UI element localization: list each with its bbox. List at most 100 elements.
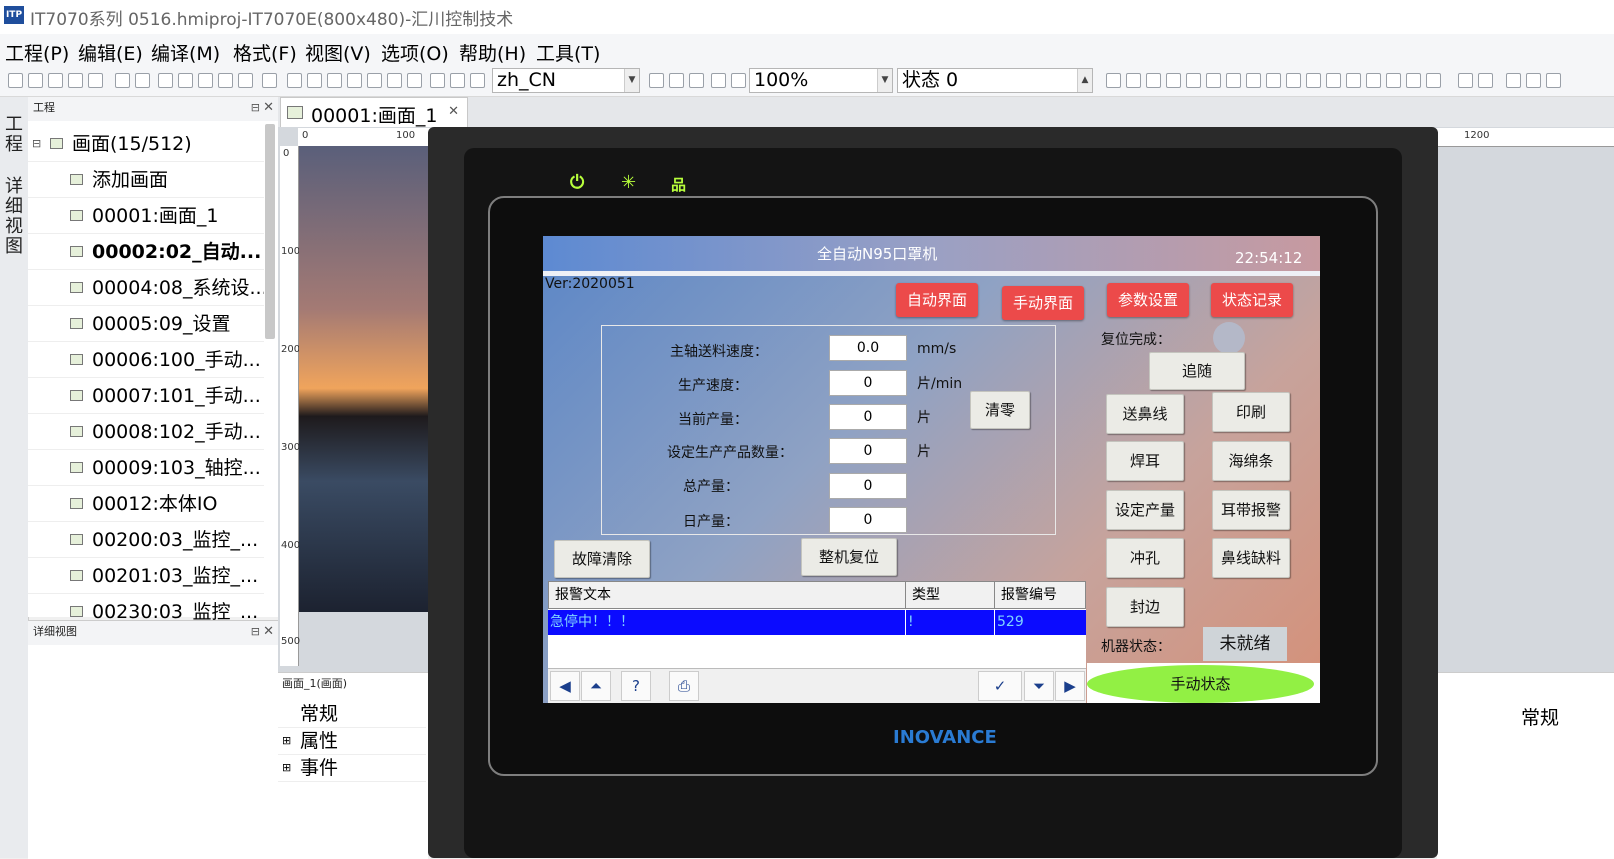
delete-icon[interactable] [218,73,233,88]
tool-icon[interactable] [649,73,664,88]
align-top-icon[interactable] [1166,73,1181,88]
state-spinner[interactable]: 状态 0 ▲ [897,68,1093,93]
save-all-icon[interactable] [88,73,103,88]
undo-icon[interactable] [115,73,130,88]
zoom-in-icon[interactable] [711,73,726,88]
tree-item[interactable]: 添加画面 [28,163,264,198]
pin-icon[interactable]: ⊟ [251,97,260,119]
send-back-icon[interactable] [1526,73,1541,88]
lock-icon[interactable] [1458,73,1473,88]
tree-item[interactable]: 00009:103_轴控... [28,451,264,486]
same-width-icon[interactable] [1266,73,1281,88]
expand-icon[interactable]: ⊞ [282,755,291,781]
align-left-icon[interactable] [1106,73,1121,88]
offline-sim-icon[interactable] [307,73,322,88]
help-icon[interactable]: ? [621,671,651,701]
ungroup-icon[interactable] [1426,73,1441,88]
ear-weld-button[interactable]: 焊耳 [1106,441,1184,481]
side-tab-project[interactable]: 工程 [4,115,24,155]
download-icon[interactable] [347,73,362,88]
acknowledge-icon[interactable]: ✓ [978,671,1022,701]
tree-item[interactable]: 00007:101_手动... [28,379,264,414]
prop-row-events[interactable]: ⊞ 事件 [278,755,426,782]
redo-icon[interactable] [135,73,150,88]
menu-project[interactable]: 工程(P) [5,39,69,66]
tree-scrollbar[interactable] [265,124,275,339]
alarm-row-type[interactable]: ! [906,610,995,635]
print-icon[interactable]: ⎙ [669,671,699,701]
online-sim-icon[interactable] [327,73,342,88]
export-icon[interactable] [450,73,465,88]
flip-v-icon[interactable] [1386,73,1401,88]
same-size-icon[interactable] [1306,73,1321,88]
group-icon[interactable] [1406,73,1421,88]
bring-front-icon[interactable] [1506,73,1521,88]
save-icon[interactable] [68,73,83,88]
param-value[interactable]: 0 [829,404,907,430]
menu-format[interactable]: 格式(F) [233,39,297,66]
ear-band-alarm-button[interactable]: 耳带报警 [1212,490,1290,530]
refresh-icon[interactable] [387,73,402,88]
param-value[interactable]: 0 [829,370,907,396]
close-file-icon[interactable] [48,73,63,88]
unlock-icon[interactable] [1478,73,1493,88]
close-icon[interactable]: ✕ [448,104,459,119]
network-icon[interactable] [407,73,422,88]
align-bottom-icon[interactable] [1206,73,1221,88]
grid-icon[interactable] [669,73,684,88]
compile-icon[interactable] [287,73,302,88]
param-value[interactable]: 0 [829,438,907,464]
nose-wire-button[interactable]: 送鼻线 [1106,394,1184,434]
machine-reset-button[interactable]: 整机复位 [801,538,897,576]
close-icon[interactable]: ✕ [263,621,274,643]
manual-mode-indicator[interactable]: 手动状态 [1087,665,1314,703]
prop-row-attributes[interactable]: ⊞ 属性 [278,728,426,755]
punch-button[interactable]: 冲孔 [1106,538,1184,578]
align-right-icon[interactable] [1146,73,1161,88]
fault-clear-button[interactable]: 故障清除 [554,540,650,578]
side-tab-detail[interactable]: 详细视图 [4,177,24,257]
tree-item[interactable]: 00006:100_手动... [28,343,264,378]
pin-icon[interactable]: ⊟ [251,621,260,643]
param-value[interactable]: 0 [829,507,907,533]
edge-seal-button[interactable]: 封边 [1106,587,1184,627]
alarm-row-text[interactable]: 急停中！！！ [548,610,906,635]
flip-h-icon[interactable] [1366,73,1381,88]
zoom-select[interactable]: 100% ▼ [749,68,893,93]
param-settings-button[interactable]: 参数设置 [1107,283,1189,317]
alarm-row-code[interactable]: 529 [995,610,1086,635]
tree-item[interactable]: 00012:本体IO [28,487,264,522]
import-icon[interactable] [430,73,445,88]
tree-item[interactable]: 00008:102_手动... [28,415,264,450]
tree-root-screens[interactable]: ⊟ 画面(15/512) [28,127,264,162]
find-replace-icon[interactable] [262,73,277,88]
align-center-icon[interactable] [1126,73,1141,88]
page-down-icon[interactable]: ⏷ [1024,671,1054,701]
clear-count-button[interactable]: 清零 [970,391,1030,429]
new-file-icon[interactable] [8,73,23,88]
cut-icon[interactable] [158,73,173,88]
open-folder-icon[interactable] [28,73,43,88]
param-value[interactable]: 0 [829,473,907,499]
align-middle-icon[interactable] [1186,73,1201,88]
sponge-strip-button[interactable]: 海绵条 [1212,441,1290,481]
tab-screen-1[interactable]: 00001:画面_1 ✕ [280,97,468,127]
find-icon[interactable] [238,73,253,88]
language-select[interactable]: zh_CN ▼ [492,68,640,93]
library-icon[interactable] [470,73,485,88]
menu-options[interactable]: 选项(O) [381,39,449,66]
rotate-right-icon[interactable] [1346,73,1361,88]
tree-item[interactable]: 00002:02_自动... [28,235,264,270]
distribute-h-icon[interactable] [1226,73,1241,88]
status-log-button[interactable]: 状态记录 [1211,283,1293,317]
nose-wire-shortage-button[interactable]: 鼻线缺料 [1212,538,1290,578]
upload-icon[interactable] [367,73,382,88]
tree-item[interactable]: 00001:画面_1 [28,199,264,234]
menu-view[interactable]: 视图(V) [305,39,371,66]
auto-screen-button[interactable]: 自动界面 [896,283,978,317]
rotate-left-icon[interactable] [1326,73,1341,88]
tree-item[interactable]: 00200:03_监控_... [28,523,264,558]
same-height-icon[interactable] [1286,73,1301,88]
scroll-left-icon[interactable]: ◀ [550,671,580,701]
zoom-out-icon[interactable] [731,73,746,88]
